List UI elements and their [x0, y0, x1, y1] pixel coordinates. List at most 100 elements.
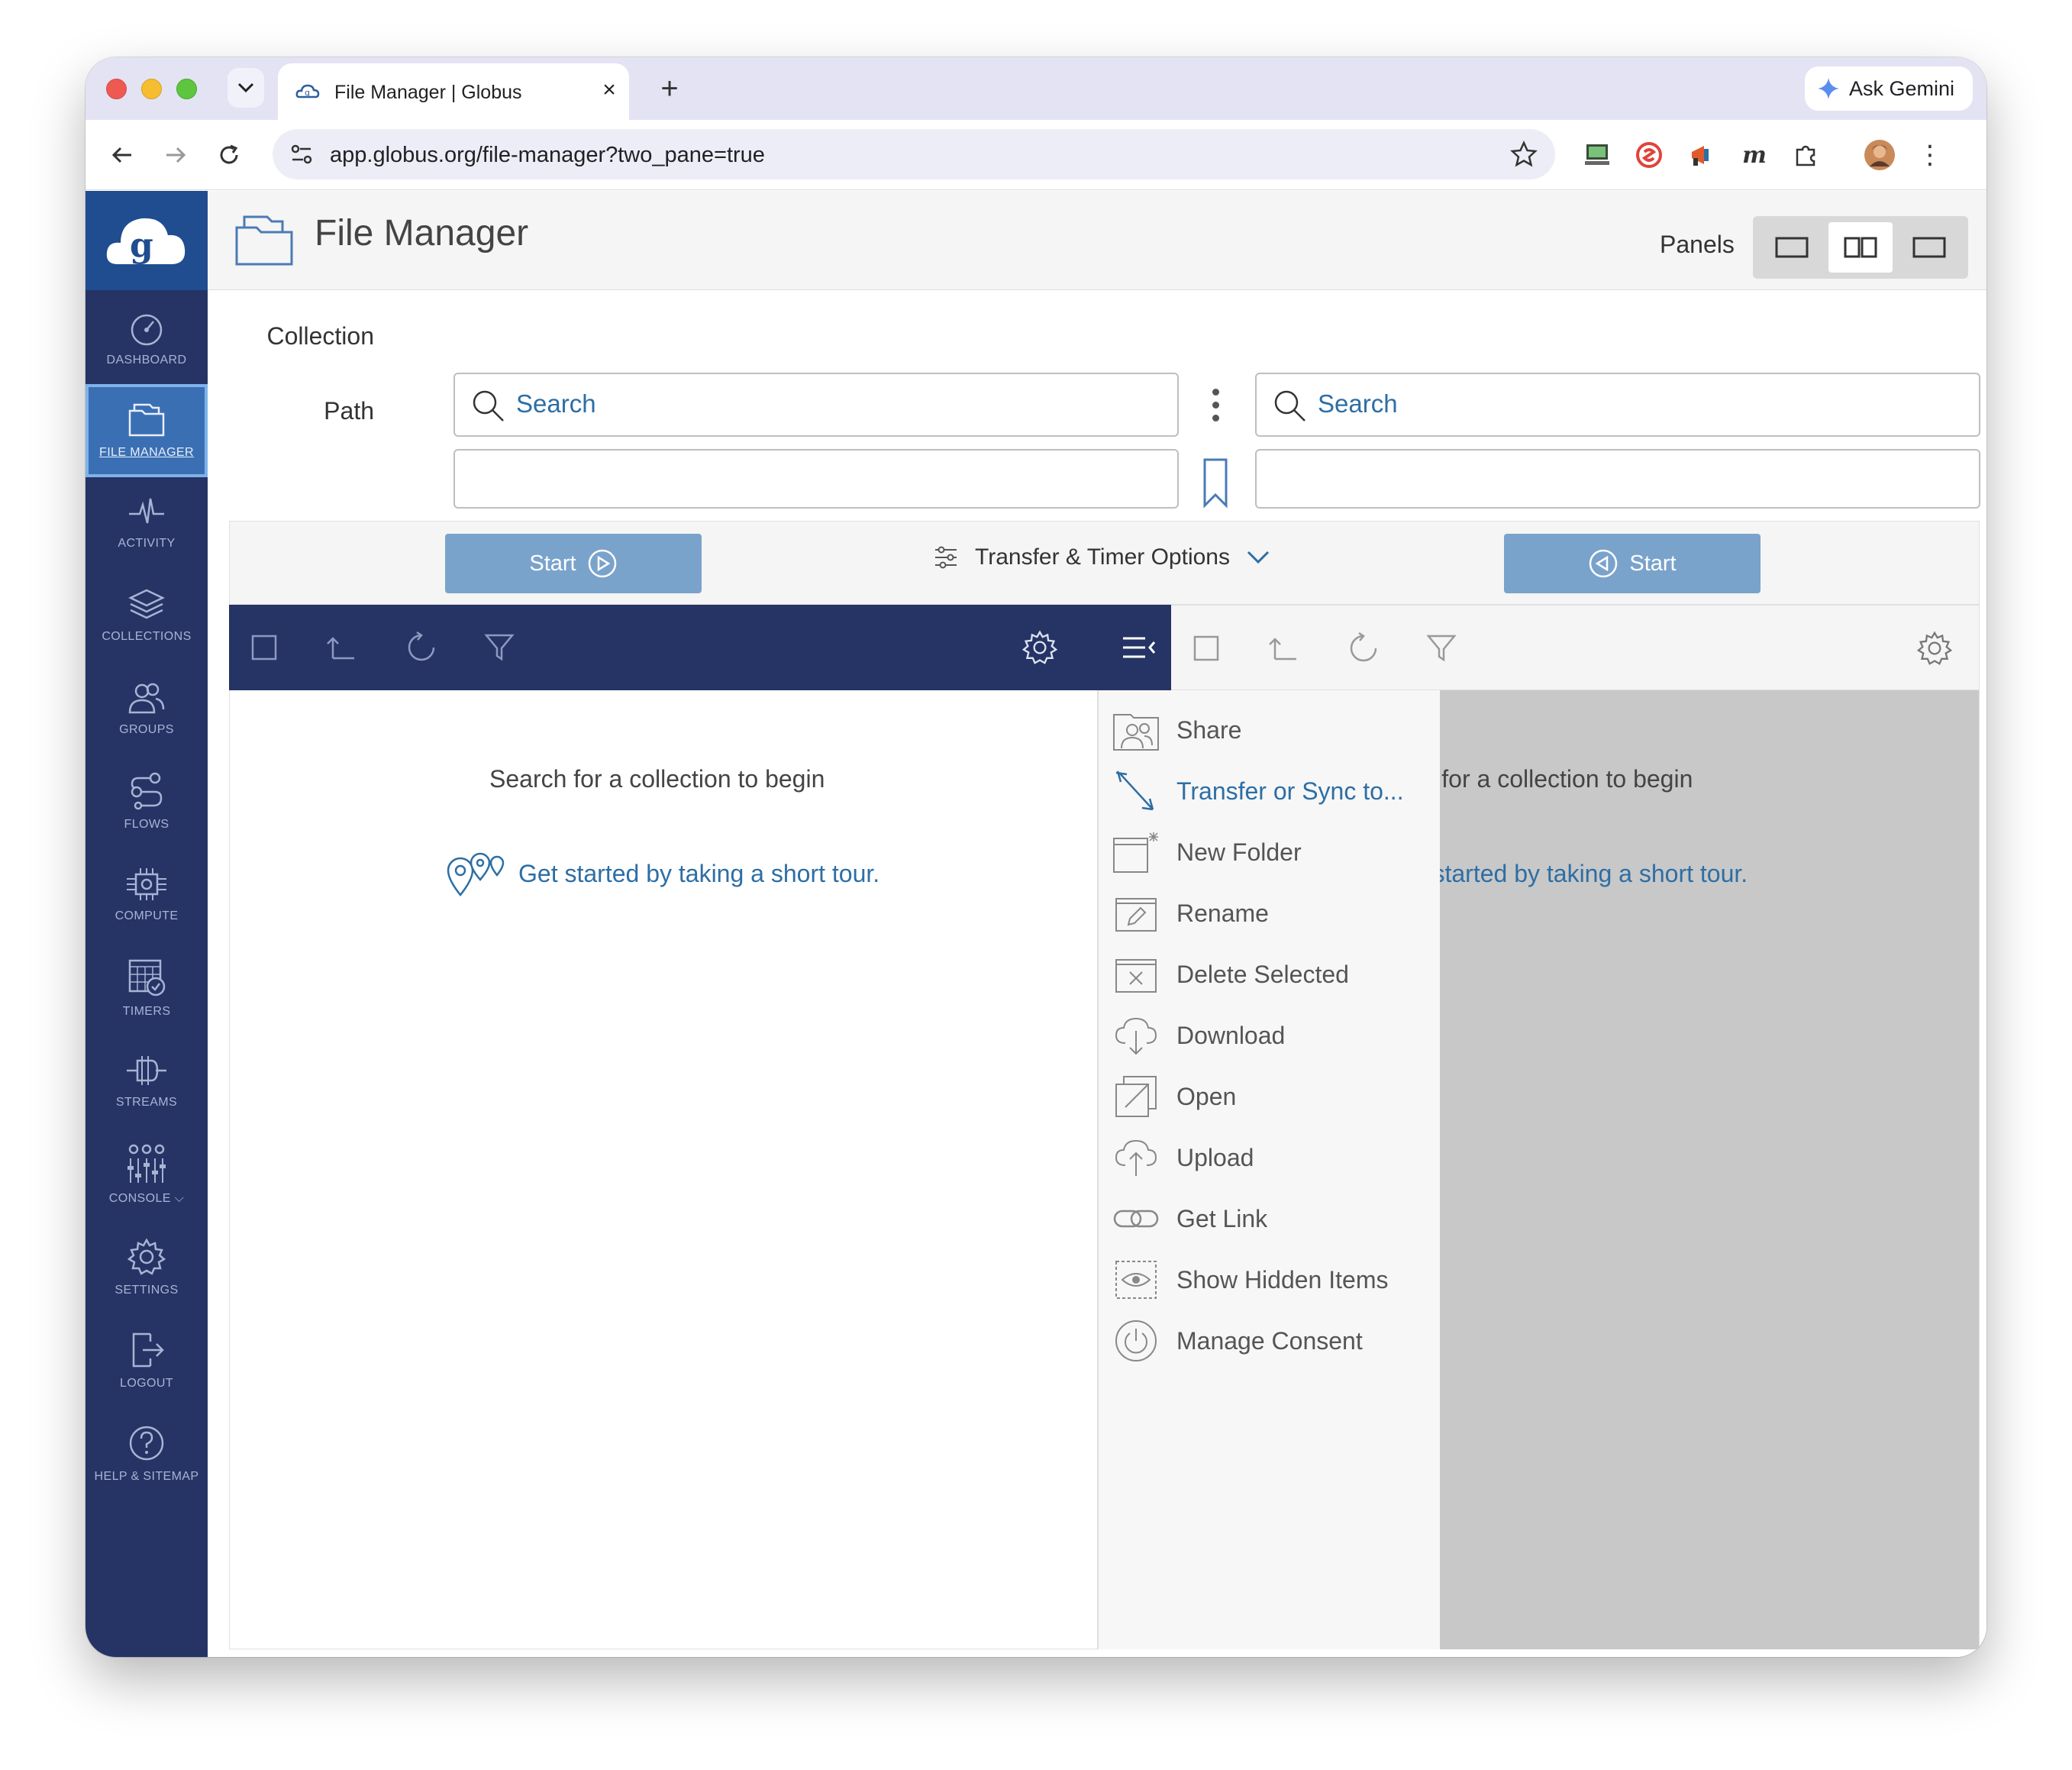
left-file-pane: Search for a collection to begin Get sta… — [229, 690, 1098, 1649]
app-header: File Manager Panels — [208, 191, 1986, 290]
select-all-checkbox[interactable] — [1186, 628, 1226, 668]
menu-item-download[interactable]: Download — [1099, 1005, 1441, 1066]
svg-text:g: g — [305, 88, 310, 98]
start-transfer-right-button[interactable]: Start — [1504, 534, 1761, 593]
ask-gemini-button[interactable]: Ask Gemini — [1804, 66, 1973, 111]
forward-button[interactable] — [157, 137, 194, 173]
pane-settings-button[interactable] — [1915, 628, 1954, 668]
menu-item-label: Upload — [1176, 1143, 1254, 1171]
extensions-puzzle-icon[interactable] — [1790, 138, 1823, 172]
sidebar-item-help[interactable]: HELP & SITEMAP — [86, 1409, 208, 1499]
single-panel-button[interactable] — [1760, 222, 1824, 273]
right-pane-toolbar — [1171, 605, 1980, 690]
delete-icon — [1115, 959, 1157, 993]
pane-settings-button[interactable] — [1020, 628, 1060, 667]
menu-item-label: Get Link — [1176, 1204, 1268, 1232]
checkbox-icon — [1193, 635, 1219, 661]
left-path-input[interactable] — [453, 449, 1179, 509]
search-placeholder: Search — [516, 389, 596, 418]
site-info-icon[interactable] — [288, 141, 315, 168]
menu-item-transfer-sync[interactable]: Transfer or Sync to... — [1099, 761, 1441, 822]
minimize-window-button[interactable] — [141, 79, 162, 99]
sidebar-item-settings[interactable]: SETTINGS — [86, 1223, 208, 1313]
globus-favicon-icon: g — [295, 84, 320, 99]
globus-logo[interactable]: g — [86, 191, 208, 290]
right-collection-search[interactable]: Search — [1255, 373, 1980, 437]
tab-search-button[interactable] — [228, 68, 264, 108]
sidebar-item-collections[interactable]: COLLECTIONS — [86, 570, 208, 661]
left-collection-search[interactable]: Search — [453, 373, 1179, 437]
menu-item-get-link[interactable]: Get Link — [1099, 1188, 1441, 1249]
menu-item-show-hidden[interactable]: Show Hidden Items — [1099, 1249, 1441, 1310]
layers-icon — [128, 589, 165, 619]
menu-item-open[interactable]: Open — [1099, 1066, 1441, 1127]
sidebar-item-groups[interactable]: GROUPS — [86, 664, 208, 754]
path-label: Path — [324, 397, 374, 425]
filter-button[interactable] — [479, 628, 519, 667]
up-folder-button[interactable] — [1263, 628, 1302, 668]
sidebar-label: TIMERS — [122, 1005, 171, 1018]
close-window-button[interactable] — [106, 79, 127, 99]
two-panel-button[interactable] — [1828, 222, 1893, 273]
extension-shield-icon[interactable] — [1632, 138, 1666, 172]
menu-item-label: Show Hidden Items — [1176, 1265, 1389, 1294]
menu-item-rename[interactable]: Rename — [1099, 883, 1441, 944]
sidebar-item-console[interactable]: CONSOLE ⌵ — [86, 1129, 208, 1219]
power-icon — [1115, 1320, 1157, 1361]
filter-button[interactable] — [1422, 628, 1461, 668]
calendar-clock-icon — [128, 959, 166, 996]
menu-item-new-folder[interactable]: New Folder — [1099, 822, 1441, 883]
start-label: Start — [1629, 551, 1677, 576]
tour-link[interactable]: Get started by taking a short tour. — [445, 849, 879, 898]
transfer-options-toggle[interactable]: Transfer & Timer Options — [934, 544, 1270, 570]
sidebar-item-activity[interactable]: ACTIVITY — [86, 477, 208, 567]
browser-menu-icon[interactable]: ⋮ — [1913, 138, 1947, 172]
reload-button[interactable] — [211, 137, 247, 173]
start-transfer-left-button[interactable]: Start — [445, 534, 702, 593]
sidebar-item-flows[interactable]: FLOWS — [86, 757, 208, 847]
sidebar-item-file-manager[interactable]: FILE MANAGER — [86, 384, 208, 477]
open-icon — [1115, 1076, 1157, 1117]
right-path-input[interactable] — [1255, 449, 1980, 509]
search-icon — [473, 390, 504, 422]
maximize-window-button[interactable] — [176, 79, 197, 99]
svg-text:g: g — [130, 226, 153, 265]
up-folder-button[interactable] — [321, 628, 360, 667]
new-tab-button[interactable]: + — [650, 69, 689, 108]
back-button[interactable] — [104, 137, 140, 173]
menu-item-delete[interactable]: Delete Selected — [1099, 944, 1441, 1005]
tab-close-icon[interactable]: × — [595, 76, 624, 105]
sidebar-item-dashboard[interactable]: DASHBOARD — [86, 294, 208, 384]
sidebar-item-timers[interactable]: TIMERS — [86, 943, 208, 1033]
left-bookmark-icon[interactable] — [1200, 457, 1231, 510]
left-collection-menu-button[interactable] — [1200, 373, 1231, 437]
panels-toggle — [1753, 216, 1968, 279]
address-bar[interactable]: app.globus.org/file-manager?two_pane=tru… — [273, 129, 1555, 179]
refresh-button[interactable] — [1344, 628, 1383, 668]
extension-megaphone-icon[interactable] — [1686, 138, 1719, 172]
extension-monitor-icon[interactable] — [1580, 138, 1614, 172]
profile-avatar[interactable] — [1863, 138, 1896, 172]
menu-item-manage-consent[interactable]: Manage Consent — [1099, 1310, 1441, 1371]
command-menu-toggle[interactable] — [1119, 628, 1159, 667]
active-tab[interactable]: g File Manager | Globus × — [278, 63, 629, 120]
bookmark-star-icon[interactable] — [1509, 140, 1538, 169]
sidebar-item-logout[interactable]: LOGOUT — [86, 1316, 208, 1406]
select-all-checkbox[interactable] — [244, 628, 284, 667]
sidebar-item-streams[interactable]: STREAMS — [86, 1036, 208, 1126]
sidebar-label: DASHBOARD — [106, 354, 187, 367]
menu-item-upload[interactable]: Upload — [1099, 1127, 1441, 1188]
menu-item-label: Manage Consent — [1176, 1326, 1363, 1355]
menu-item-share[interactable]: Share — [1099, 699, 1441, 761]
reload-icon — [220, 144, 238, 164]
search-placeholder: Search — [1318, 389, 1398, 418]
single-panel-right-button[interactable] — [1897, 222, 1961, 273]
sidebar-item-compute[interactable]: COMPUTE — [86, 850, 208, 940]
browser-window: g File Manager | Globus × + Ask Gemini a… — [86, 57, 1986, 1657]
map-pins-icon — [447, 852, 505, 897]
sliders-horizontal-icon — [935, 546, 957, 569]
refresh-icon — [1350, 631, 1377, 662]
play-circle-left-icon — [1590, 549, 1618, 578]
refresh-button[interactable] — [402, 628, 441, 667]
extension-m-icon[interactable]: m — [1738, 138, 1771, 172]
